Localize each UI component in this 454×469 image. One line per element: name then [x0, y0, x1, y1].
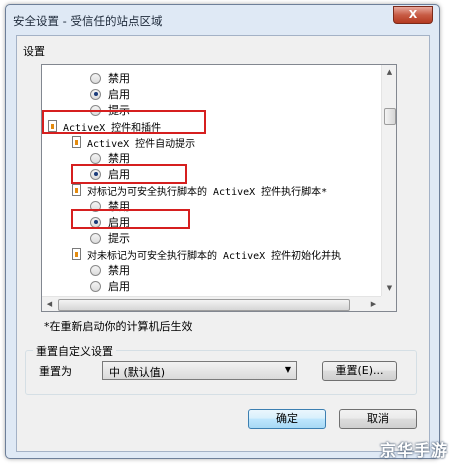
- cancel-button[interactable]: 取消: [339, 409, 417, 429]
- list-item[interactable]: 启用: [90, 86, 130, 102]
- scroll-left-icon[interactable]: ◀: [42, 297, 57, 311]
- horizontal-scrollbar[interactable]: ◀ ▶: [42, 296, 381, 311]
- category-activex: ActiveX 控件和插件: [48, 118, 161, 134]
- option-label: 启用: [108, 216, 130, 229]
- list-item[interactable]: 启用: [90, 166, 130, 182]
- option-label: 禁用: [108, 200, 130, 213]
- subcategory-item: 对未标记为可安全执行脚本的 ActiveX 控件初始化并执: [72, 246, 341, 262]
- list-item[interactable]: 提示: [90, 102, 130, 118]
- radio-button[interactable]: [90, 104, 101, 116]
- radio-button[interactable]: [90, 264, 101, 276]
- close-button[interactable]: X: [393, 6, 433, 24]
- reset-to-label: 重置为: [39, 365, 72, 378]
- subcategory-item: ActiveX 控件自动提示: [72, 134, 195, 150]
- list-item[interactable]: 禁用: [90, 262, 130, 278]
- title-bar: 安全设置 - 受信任的站点区域 X: [6, 5, 439, 35]
- option-label: 提示: [108, 232, 130, 245]
- radio-button[interactable]: [90, 200, 101, 212]
- reset-button[interactable]: 重置(E)...: [322, 361, 397, 381]
- restart-note: *在重新启动你的计算机后生效: [44, 320, 193, 333]
- subcategory-label: ActiveX 控件自动提示: [87, 138, 196, 150]
- settings-label: 设置: [23, 45, 45, 58]
- radio-button[interactable]: [90, 152, 101, 164]
- list-item[interactable]: 禁用: [90, 198, 130, 214]
- option-label: 禁用: [108, 264, 130, 277]
- scroll-down-icon[interactable]: ▼: [382, 281, 396, 296]
- settings-icon: [72, 136, 81, 148]
- radio-button[interactable]: [90, 280, 101, 292]
- subcategory-label: 对未标记为可安全执行脚本的 ActiveX 控件初始化并执: [87, 250, 342, 262]
- list-item[interactable]: 禁用: [90, 70, 130, 86]
- reset-level-select[interactable]: 中 (默认值) ▼: [102, 361, 297, 380]
- scroll-right-icon[interactable]: ▶: [366, 297, 381, 311]
- option-label: 启用: [108, 168, 130, 181]
- option-label: 禁用: [108, 72, 130, 85]
- settings-tree[interactable]: 禁用 启用 提示 ActiveX 控件和插件 ActiveX 控件自动提示 禁用…: [41, 64, 397, 312]
- option-label: 启用: [108, 280, 130, 293]
- scrollbar-corner: [381, 296, 396, 311]
- reset-group-legend: 重置自定义设置: [33, 343, 116, 359]
- list-item[interactable]: 启用: [90, 214, 130, 230]
- category-label: ActiveX 控件和插件: [63, 122, 162, 134]
- radio-button[interactable]: [90, 232, 101, 244]
- radio-button[interactable]: [90, 216, 101, 228]
- watermark-text: 京华手游: [379, 441, 448, 460]
- chevron-down-icon: ▼: [284, 365, 291, 374]
- vertical-scrollbar[interactable]: ▲ ▼: [381, 65, 396, 296]
- settings-category-icon: [48, 120, 57, 132]
- list-item[interactable]: 提示: [90, 230, 130, 246]
- reset-level-value: 中 (默认值): [109, 366, 166, 379]
- list-item[interactable]: 禁用: [90, 150, 130, 166]
- scroll-up-icon[interactable]: ▲: [382, 65, 396, 80]
- radio-button[interactable]: [90, 168, 101, 180]
- subcategory-label: 对标记为可安全执行脚本的 ActiveX 控件执行脚本*: [87, 186, 328, 198]
- settings-icon: [72, 184, 81, 196]
- option-label: 启用: [108, 88, 130, 101]
- window-title: 安全设置 - 受信任的站点区域: [13, 14, 163, 28]
- list-item[interactable]: 启用: [90, 278, 130, 294]
- subcategory-item: 对标记为可安全执行脚本的 ActiveX 控件执行脚本*: [72, 182, 327, 198]
- scroll-thumb[interactable]: [58, 299, 350, 311]
- radio-button[interactable]: [90, 72, 101, 84]
- option-label: 禁用: [108, 152, 130, 165]
- ok-button[interactable]: 确定: [248, 409, 326, 429]
- option-label: 提示: [108, 104, 130, 117]
- scroll-thumb[interactable]: [384, 108, 396, 125]
- settings-icon: [72, 248, 81, 260]
- radio-button[interactable]: [90, 88, 101, 100]
